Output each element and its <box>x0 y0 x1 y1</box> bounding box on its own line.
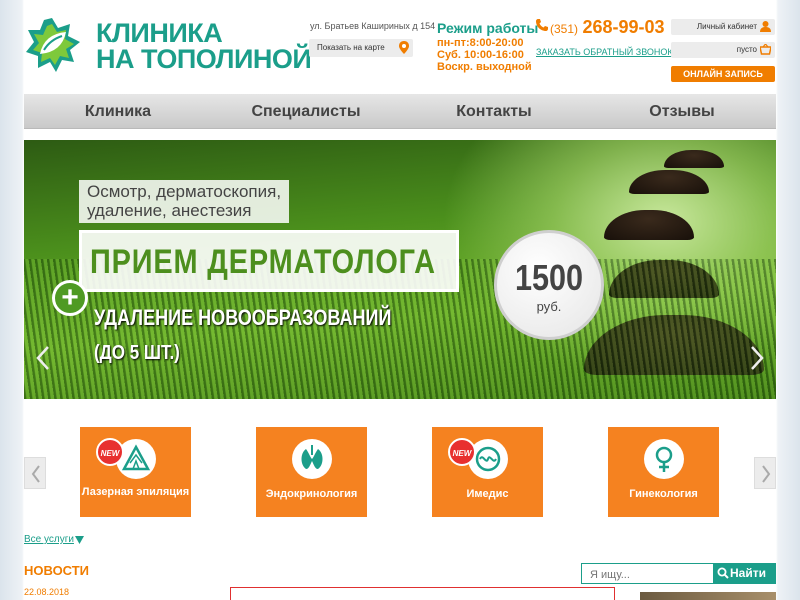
search-button-label: Найти <box>730 566 766 580</box>
service-label: Гинекология <box>629 488 698 500</box>
services-carousel: NEW Лазерная эпиляция Эндокринология NEW… <box>24 427 776 517</box>
account-button-label: Личный кабинет <box>696 22 757 31</box>
price-currency: руб. <box>536 299 562 314</box>
banner-removal-text: УДАЛЕНИЕ НОВООБРАЗОВАНИЙ <box>94 305 392 330</box>
show-on-map-button[interactable]: Показать на карте <box>309 39 413 57</box>
map-pin-icon <box>399 41 409 54</box>
mole-hill <box>629 170 709 194</box>
services-next-button[interactable] <box>754 457 776 489</box>
new-badge: NEW <box>448 438 476 466</box>
account-button[interactable]: Личный кабинет <box>671 19 775 35</box>
news-image[interactable] <box>640 592 776 600</box>
chevron-right-icon <box>762 465 771 483</box>
triangle-down-icon[interactable] <box>75 536 84 544</box>
thyroid-icon <box>292 439 332 479</box>
price-badge: 1500 руб. <box>494 230 604 340</box>
clinic-name-line1: КЛИНИКА <box>96 18 223 48</box>
working-hours-title: Режим работы <box>437 20 539 36</box>
banner-subtitle: Осмотр, дерматоскопия, удаление, анестез… <box>79 180 290 223</box>
basket-icon <box>760 44 771 55</box>
main-nav: Клиника Специалисты Контакты Отзывы <box>24 94 776 129</box>
nav-item-reviews[interactable]: Отзывы <box>588 94 776 128</box>
chevron-left-icon <box>31 465 40 483</box>
phone-digits: 268-99-03 <box>582 17 665 37</box>
clinic-logo-icon[interactable] <box>22 16 82 76</box>
clinic-name[interactable]: КЛИНИКА НА ТОПОЛИНОЙ <box>96 18 312 74</box>
promo-banner[interactable]: Осмотр, дерматоскопия, удаление, анестез… <box>24 140 776 399</box>
search-icon <box>717 567 729 579</box>
female-icon <box>644 439 684 479</box>
online-appointment-button[interactable]: ОНЛАЙН ЗАПИСЬ <box>671 66 775 82</box>
service-endocrinology[interactable]: Эндокринология <box>256 427 367 517</box>
banner-title-box: ПРИЕМ ДЕРМАТОЛОГА <box>79 230 459 292</box>
hours-sunday: Воскр. выходной <box>437 61 532 73</box>
banner-subtitle-line1: Осмотр, дерматоскопия, <box>87 182 282 201</box>
mole-hill <box>664 150 724 168</box>
site-header: КЛИНИКА НА ТОПОЛИНОЙ ул. Братьев Каширин… <box>0 0 800 92</box>
plus-icon: + <box>52 280 88 316</box>
banner-title: ПРИЕМ ДЕРМАТОЛОГА <box>90 243 436 281</box>
service-label: Лазерная эпиляция <box>81 486 190 498</box>
nav-item-clinic[interactable]: Клиника <box>24 94 212 128</box>
user-icon <box>760 21 771 32</box>
new-badge: NEW <box>96 438 124 466</box>
phone-code: (351) <box>550 22 579 36</box>
nav-item-specialists[interactable]: Специалисты <box>212 94 400 128</box>
service-label: Имедис <box>466 488 509 500</box>
address-text: ул. Братьев Кашириных д 154 <box>310 21 436 31</box>
service-imedis[interactable]: NEW Имедис <box>432 427 543 517</box>
banner-prev-arrow-icon[interactable] <box>36 345 50 371</box>
nav-item-contacts[interactable]: Контакты <box>400 94 588 128</box>
callback-link[interactable]: ЗАКАЗАТЬ ОБРАТНЫЙ ЗВОНОК <box>536 47 673 57</box>
services-prev-button[interactable] <box>24 457 46 489</box>
price-value: 1500 <box>514 257 584 298</box>
all-services-link[interactable]: Все услуги <box>24 534 74 545</box>
search-button[interactable]: Найти <box>714 563 776 584</box>
mole-hill <box>604 210 694 240</box>
banner-next-arrow-icon[interactable] <box>750 345 764 371</box>
news-date: 22.08.2018 <box>24 587 70 597</box>
service-gynecology[interactable]: Гинекология <box>608 427 719 517</box>
service-label: Эндокринология <box>265 488 358 500</box>
show-on-map-label: Показать на карте <box>317 43 385 52</box>
news-heading: НОВОСТИ <box>24 563 90 578</box>
phone-icon <box>536 19 548 31</box>
clinic-name-line2: НА ТОПОЛИНОЙ <box>96 44 312 74</box>
search-input[interactable] <box>581 563 714 584</box>
banner-subtitle-line2: удаление, анестезия <box>87 201 252 220</box>
banner-quantity-text: (ДО 5 ШТ.) <box>94 342 180 364</box>
cart-button-label: пусто <box>736 45 757 54</box>
news-preview-box[interactable] <box>230 587 615 600</box>
service-laser-epilation[interactable]: NEW Лазерная эпиляция <box>80 427 191 517</box>
phone-number[interactable]: (351) 268-99-03 <box>550 17 665 38</box>
cart-button[interactable]: пусто <box>671 42 775 58</box>
